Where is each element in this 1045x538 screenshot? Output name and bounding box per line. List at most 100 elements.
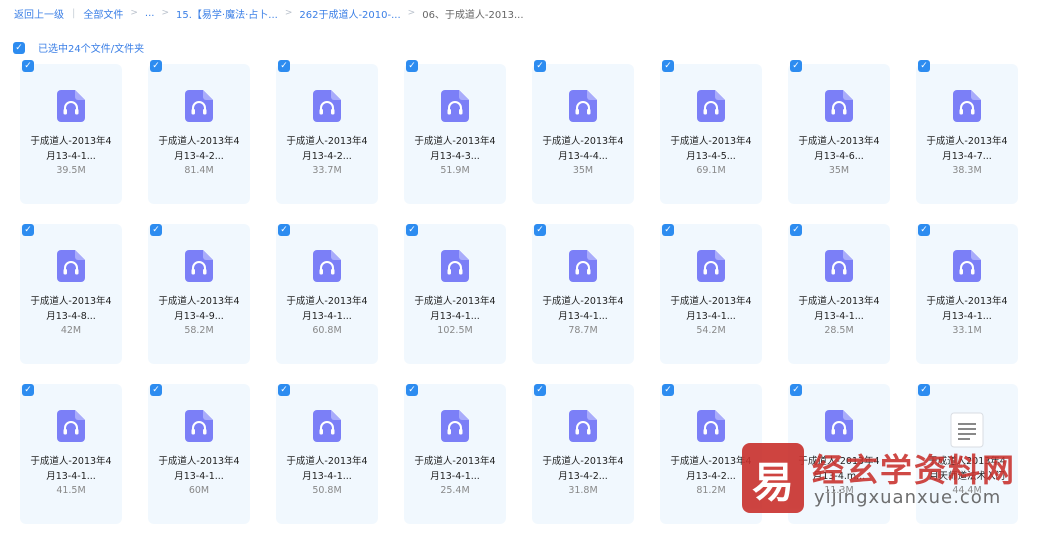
file-card[interactable]: ✓ 于成道人-2013年4 月13-4-7... 38.3M xyxy=(916,60,1018,204)
file-name[interactable]: 于成道人-2013年4 月13-4-5... xyxy=(664,134,758,164)
audio-file-icon xyxy=(825,90,853,122)
file-size: 102.5M xyxy=(437,325,473,336)
file-checkbox[interactable]: ✓ xyxy=(406,224,418,236)
breadcrumb-all-files[interactable]: 全部文件 xyxy=(83,6,123,21)
file-checkbox[interactable]: ✓ xyxy=(406,60,418,72)
audio-file-icon xyxy=(825,250,853,282)
file-size: 35M xyxy=(828,165,850,176)
file-card[interactable]: ✓ 于成道人-2013年4 月13-4-1... 54.2M xyxy=(660,224,762,364)
file-checkbox[interactable]: ✓ xyxy=(278,60,290,72)
file-size: 54.2M xyxy=(696,325,726,336)
file-checkbox[interactable]: ✓ xyxy=(790,60,802,72)
file-name[interactable]: 于成道人-2013年4 月13-4-4... xyxy=(536,134,630,164)
file-size: 25.4M xyxy=(440,485,470,496)
file-card[interactable]: ✓ 于成道人-2013年4 月13-4-4... 35M xyxy=(532,60,634,204)
file-checkbox[interactable]: ✓ xyxy=(662,224,674,236)
file-checkbox[interactable]: ✓ xyxy=(150,224,162,236)
file-card[interactable]: ✓ 于成道人-2013年4 月13-4-1... 39.5M xyxy=(20,60,122,204)
file-name[interactable]: 于成道人-2013年4 月13-4-2... xyxy=(536,454,630,484)
file-name-line1: 于成道人-2013年4 xyxy=(286,296,368,307)
file-name-line2: 月13-4-1... xyxy=(558,311,608,322)
file-name[interactable]: 于成道人-2013年4 月13-4-1... xyxy=(24,134,118,164)
file-name[interactable]: 于成道人-2013年4 月13-4-1... xyxy=(152,454,246,484)
file-checkbox[interactable]: ✓ xyxy=(662,60,674,72)
file-name-line1: 于成道人-2013年4 xyxy=(542,296,624,307)
file-card[interactable]: ✓ 于成道人-2013年4 月13-4-1... 41.5M xyxy=(20,384,122,524)
breadcrumb-folder-262[interactable]: 262于成道人-2010-... xyxy=(299,6,400,21)
file-name[interactable]: 于成道人-2013年4 月13-4-3... xyxy=(408,134,502,164)
file-checkbox[interactable]: ✓ xyxy=(790,384,802,396)
file-checkbox[interactable]: ✓ xyxy=(150,384,162,396)
file-name-line2: 月13-4-1... xyxy=(942,311,992,322)
file-checkbox[interactable]: ✓ xyxy=(918,224,930,236)
file-name-line2: 月13-4-1... xyxy=(430,311,480,322)
chevron-right-icon: > xyxy=(284,8,293,18)
file-checkbox[interactable]: ✓ xyxy=(278,224,290,236)
file-card[interactable]: ✓ 于成道人-2013年4 月13-4-1... 33.1M xyxy=(916,224,1018,364)
file-name-line2: 月13-4-1... xyxy=(302,311,352,322)
file-checkbox[interactable]: ✓ xyxy=(790,224,802,236)
file-card[interactable]: ✓ 于成道人-2013年4 月13-4-2... 33.7M xyxy=(276,60,378,204)
file-size: 69.1M xyxy=(696,165,726,176)
file-name-line2: 月13-4-2... xyxy=(558,471,608,482)
file-checkbox[interactable]: ✓ xyxy=(22,60,34,72)
file-card[interactable]: ✓ 于成道人-2013年4 月13-4-1... 60.8M xyxy=(276,224,378,364)
audio-file-icon xyxy=(953,90,981,122)
file-size: 28.5M xyxy=(824,325,854,336)
file-card[interactable]: ✓ 于成道人-2013年4 月13-4-8... 42M xyxy=(20,224,122,364)
file-card[interactable]: ✓ 于成道人-2013年4 月13-4-1... 102.5M xyxy=(404,224,506,364)
file-card[interactable]: ✓ 于成道人-2013年4 月13-4-1... 50.8M xyxy=(276,384,378,524)
file-checkbox[interactable]: ✓ xyxy=(22,224,34,236)
file-checkbox[interactable]: ✓ xyxy=(534,60,546,72)
file-name[interactable]: 于成道人-2013年4 月13-4-1... xyxy=(280,294,374,324)
audio-file-icon xyxy=(569,410,597,442)
file-name[interactable]: 于成道人-2013年4 月13-4-1... xyxy=(664,294,758,324)
file-checkbox[interactable]: ✓ xyxy=(918,384,930,396)
file-checkbox[interactable]: ✓ xyxy=(534,224,546,236)
file-card[interactable]: ✓ 于成道人-2013年4 月13-4-1... 60M xyxy=(148,384,250,524)
watermark: 易 经玄学资料网 yijingxuanxue.com xyxy=(742,443,1042,523)
file-name-line2: 月13-4-1... xyxy=(302,471,352,482)
file-card[interactable]: ✓ 于成道人-2013年4 月13-4-6... 35M xyxy=(788,60,890,204)
file-checkbox[interactable]: ✓ xyxy=(278,384,290,396)
file-checkbox[interactable]: ✓ xyxy=(150,60,162,72)
audio-file-icon xyxy=(697,250,725,282)
file-name-line2: 月13-4-1... xyxy=(430,471,480,482)
audio-file-icon xyxy=(569,90,597,122)
file-checkbox[interactable]: ✓ xyxy=(662,384,674,396)
file-name[interactable]: 于成道人-2013年4 月13-4-1... xyxy=(408,294,502,324)
file-card[interactable]: ✓ 于成道人-2013年4 月13-4-5... 69.1M xyxy=(660,60,762,204)
file-name[interactable]: 于成道人-2013年4 月13-4-7... xyxy=(920,134,1014,164)
file-name[interactable]: 于成道人-2013年4 月13-4-1... xyxy=(792,294,886,324)
file-checkbox[interactable]: ✓ xyxy=(918,60,930,72)
file-name[interactable]: 于成道人-2013年4 月13-4-9... xyxy=(152,294,246,324)
chevron-right-icon: > xyxy=(407,8,416,18)
file-name[interactable]: 于成道人-2013年4 月13-4-1... xyxy=(536,294,630,324)
file-checkbox[interactable]: ✓ xyxy=(534,384,546,396)
file-card[interactable]: ✓ 于成道人-2013年4 月13-4-3... 51.9M xyxy=(404,60,506,204)
file-size: 81.4M xyxy=(184,165,214,176)
file-name[interactable]: 于成道人-2013年4 月13-4-2... xyxy=(280,134,374,164)
breadcrumb-folder-15[interactable]: 15.【易学·魔法·占卜... xyxy=(176,6,278,21)
file-name-line2: 月13-4-1... xyxy=(174,471,224,482)
file-card[interactable]: ✓ 于成道人-2013年4 月13-4-1... 28.5M xyxy=(788,224,890,364)
file-card[interactable]: ✓ 于成道人-2013年4 月13-4-2... 81.4M xyxy=(148,60,250,204)
file-card[interactable]: ✓ 于成道人-2013年4 月13-4-1... 25.4M xyxy=(404,384,506,524)
file-name-line1: 于成道人-2013年4 xyxy=(30,136,112,147)
file-card[interactable]: ✓ 于成道人-2013年4 月13-4-9... 58.2M xyxy=(148,224,250,364)
file-name[interactable]: 于成道人-2013年4 月13-4-8... xyxy=(24,294,118,324)
file-name[interactable]: 于成道人-2013年4 月13-4-1... xyxy=(408,454,502,484)
file-name[interactable]: 于成道人-2013年4 月13-4-2... xyxy=(152,134,246,164)
select-all-checkbox[interactable]: ✓ xyxy=(13,41,25,54)
file-card[interactable]: ✓ 于成道人-2013年4 月13-4-1... 78.7M xyxy=(532,224,634,364)
file-name[interactable]: 于成道人-2013年4 月13-4-1... xyxy=(920,294,1014,324)
file-name[interactable]: 于成道人-2013年4 月13-4-1... xyxy=(24,454,118,484)
back-link[interactable]: 返回上一级 xyxy=(14,6,64,21)
file-name-line2: 月13-4-9... xyxy=(174,311,224,322)
file-checkbox[interactable]: ✓ xyxy=(406,384,418,396)
file-checkbox[interactable]: ✓ xyxy=(22,384,34,396)
file-name[interactable]: 于成道人-2013年4 月13-4-6... xyxy=(792,134,886,164)
file-name[interactable]: 于成道人-2013年4 月13-4-1... xyxy=(280,454,374,484)
breadcrumb-ellipsis[interactable]: ... xyxy=(145,8,155,19)
file-card[interactable]: ✓ 于成道人-2013年4 月13-4-2... 31.8M xyxy=(532,384,634,524)
